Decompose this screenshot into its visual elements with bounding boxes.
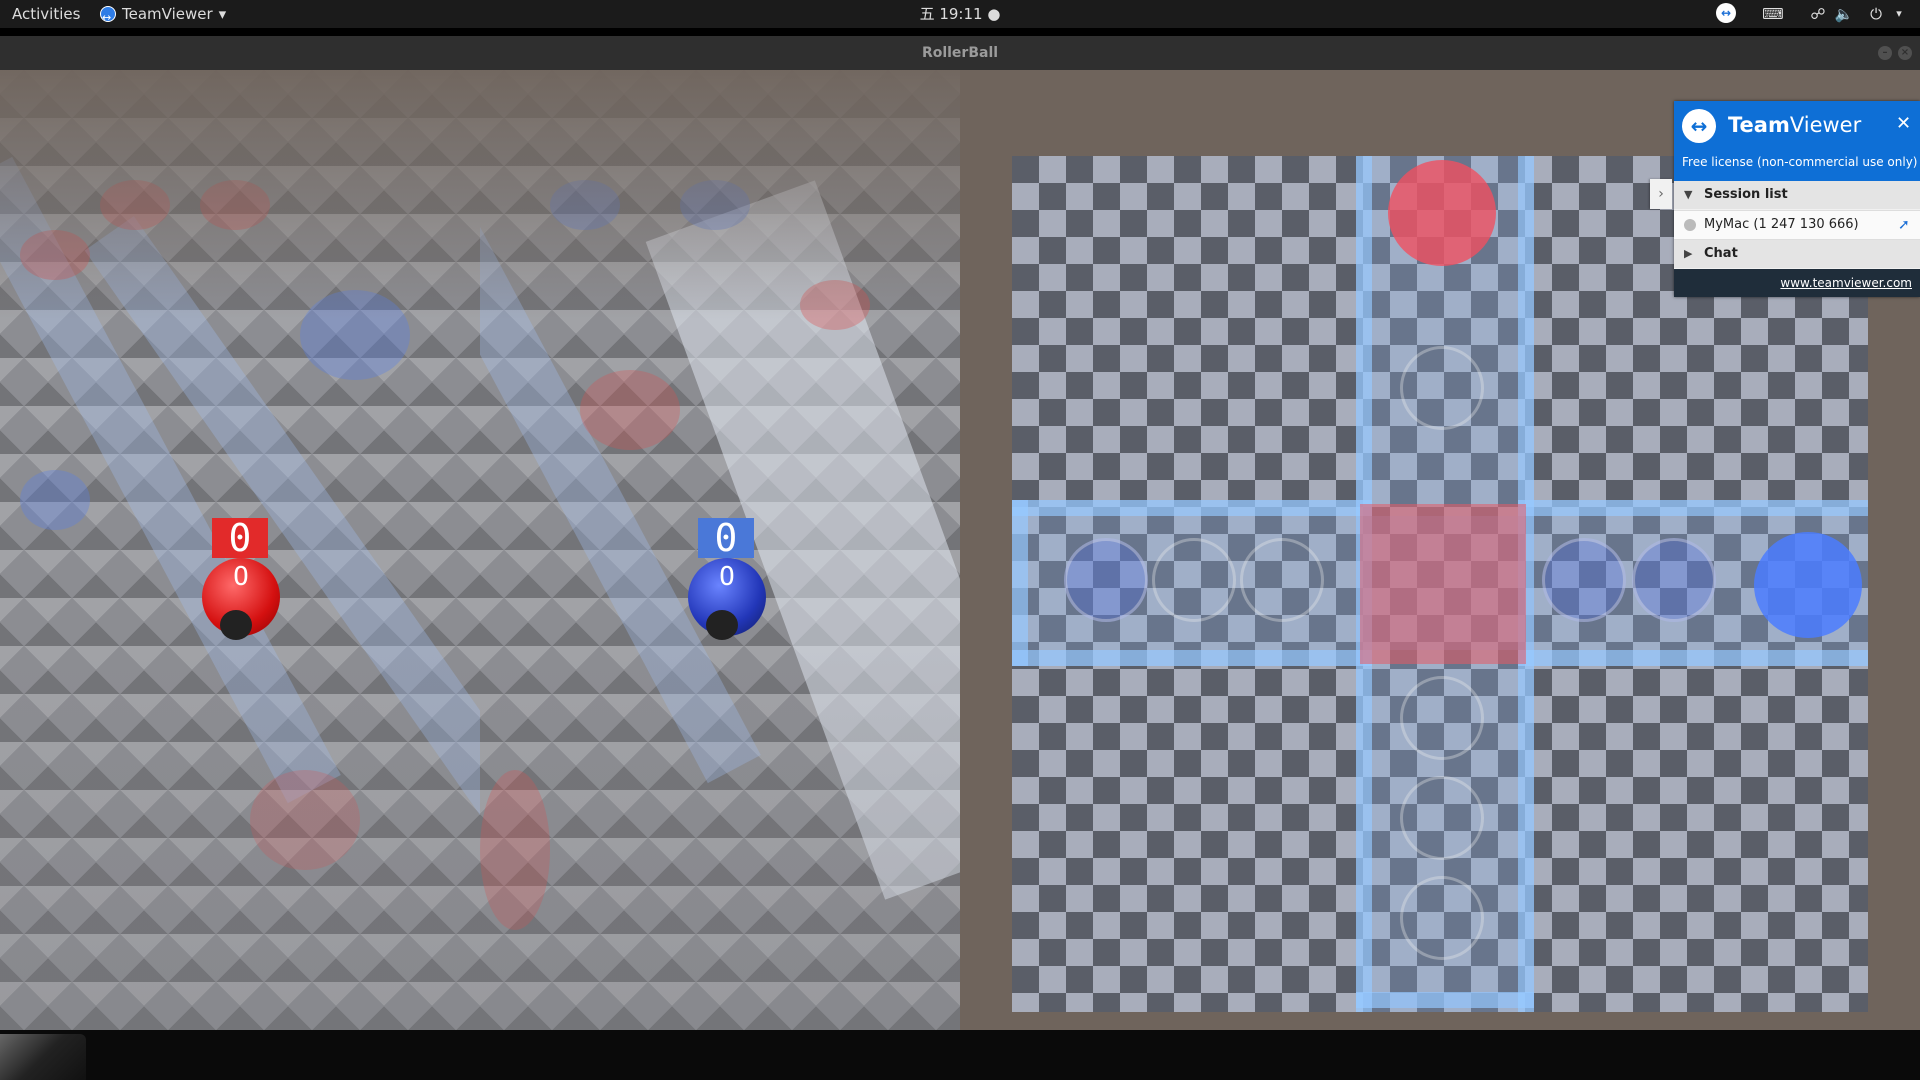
path-marker	[1542, 538, 1626, 622]
path-marker	[1400, 676, 1484, 760]
lane-wall	[1012, 650, 1372, 666]
teamviewer-close-button[interactable]: ✕	[1896, 113, 1911, 134]
red-score-label: 0	[212, 518, 268, 558]
volume-icon[interactable]: 🔈	[1834, 4, 1854, 24]
session-list-label: Session list	[1704, 187, 1788, 202]
blue-goal	[1754, 532, 1862, 638]
red-ball-shadow	[220, 610, 252, 640]
license-text: Free license (non-commercial use only)	[1682, 155, 1918, 169]
path-marker	[1152, 538, 1236, 622]
red-player-view: 0 O	[0, 70, 480, 1030]
person-icon	[1684, 219, 1696, 231]
teamviewer-header: ↔ TeamViewer ✕ Free license (non-commerc…	[1674, 101, 1920, 181]
teamviewer-brand: TeamViewer	[1728, 113, 1861, 137]
teamviewer-icon	[100, 4, 116, 32]
power-icon[interactable]: ⏻	[1866, 4, 1886, 24]
path-marker	[1400, 346, 1484, 430]
path-marker	[1632, 538, 1716, 622]
minimize-button[interactable]: –	[1878, 46, 1892, 60]
red-player: 0 O	[202, 518, 282, 640]
path-marker	[1064, 538, 1148, 622]
clock-button[interactable]: 五 19:11 ●	[920, 5, 1001, 23]
blue-ball-shadow	[706, 610, 738, 640]
path-marker	[1240, 538, 1324, 622]
collapse-panel-button[interactable]: ›	[1650, 179, 1672, 209]
game-viewport[interactable]: 0 O 0 O	[0, 70, 1920, 1030]
session-list-header[interactable]: ▼ Session list	[1674, 181, 1920, 209]
brand-light: Viewer	[1789, 113, 1862, 137]
collapsed-triangle-icon: ▶	[1684, 247, 1693, 260]
teamviewer-panel: › ↔ TeamViewer ✕ Free license (non-comme…	[1650, 101, 1920, 297]
window-thumbnail[interactable]	[0, 1034, 86, 1080]
window-titlebar[interactable]: RollerBall – ×	[0, 36, 1920, 70]
session-item[interactable]: MyMac (1 247 130 666) ➚	[1674, 210, 1920, 240]
expanded-triangle-icon: ▼	[1684, 188, 1693, 201]
lane-wall	[1518, 500, 1868, 516]
app-menu[interactable]: TeamViewer ▾	[100, 0, 227, 32]
red-goal	[1388, 160, 1496, 266]
path-marker	[1400, 876, 1484, 960]
keyboard-icon[interactable]: ⌨	[1762, 4, 1784, 24]
blue-ball-label: O	[719, 562, 735, 592]
close-button[interactable]: ×	[1898, 46, 1912, 60]
top-bar: Activities TeamViewer ▾ 五 19:11 ● ↔ ⌨ ☍ …	[0, 0, 1920, 32]
chat-header[interactable]: ▶ Chat	[1674, 240, 1920, 268]
session-item-label: MyMac (1 247 130 666)	[1704, 217, 1859, 232]
brand-bold: Team	[1728, 113, 1790, 137]
network-icon[interactable]: ☍	[1808, 4, 1828, 24]
blue-player-view: 0 O	[480, 70, 960, 1030]
teamviewer-footer: www.teamviewer.com	[1674, 269, 1920, 297]
chevron-down-icon: ▾	[218, 5, 227, 23]
chevron-down-icon[interactable]: ▾	[1892, 4, 1906, 24]
window-title: RollerBall	[921, 45, 999, 61]
chat-label: Chat	[1704, 246, 1738, 261]
activities-button[interactable]: Activities	[12, 0, 80, 28]
rollerball-window: RollerBall – × 0 O 0 O	[0, 36, 1920, 1030]
bottom-dock	[0, 1030, 1920, 1080]
clock: 五 19:11 ●	[0, 0, 1920, 28]
teamviewer-tray-icon[interactable]: ↔	[1716, 3, 1736, 23]
app-menu-label: TeamViewer	[122, 5, 213, 23]
lane-wall	[1012, 500, 1372, 516]
red-ball-label: O	[233, 562, 249, 592]
center-pad	[1360, 504, 1526, 664]
lane-wall	[1012, 500, 1028, 666]
blue-player: 0 O	[688, 518, 768, 640]
connect-arrow-icon[interactable]: ➚	[1898, 211, 1910, 239]
path-marker	[1400, 776, 1484, 860]
teamviewer-link[interactable]: www.teamviewer.com	[1780, 269, 1912, 297]
blue-score-label: 0	[698, 518, 754, 558]
teamviewer-logo-icon: ↔	[1682, 109, 1716, 143]
lane-wall	[1518, 650, 1868, 666]
